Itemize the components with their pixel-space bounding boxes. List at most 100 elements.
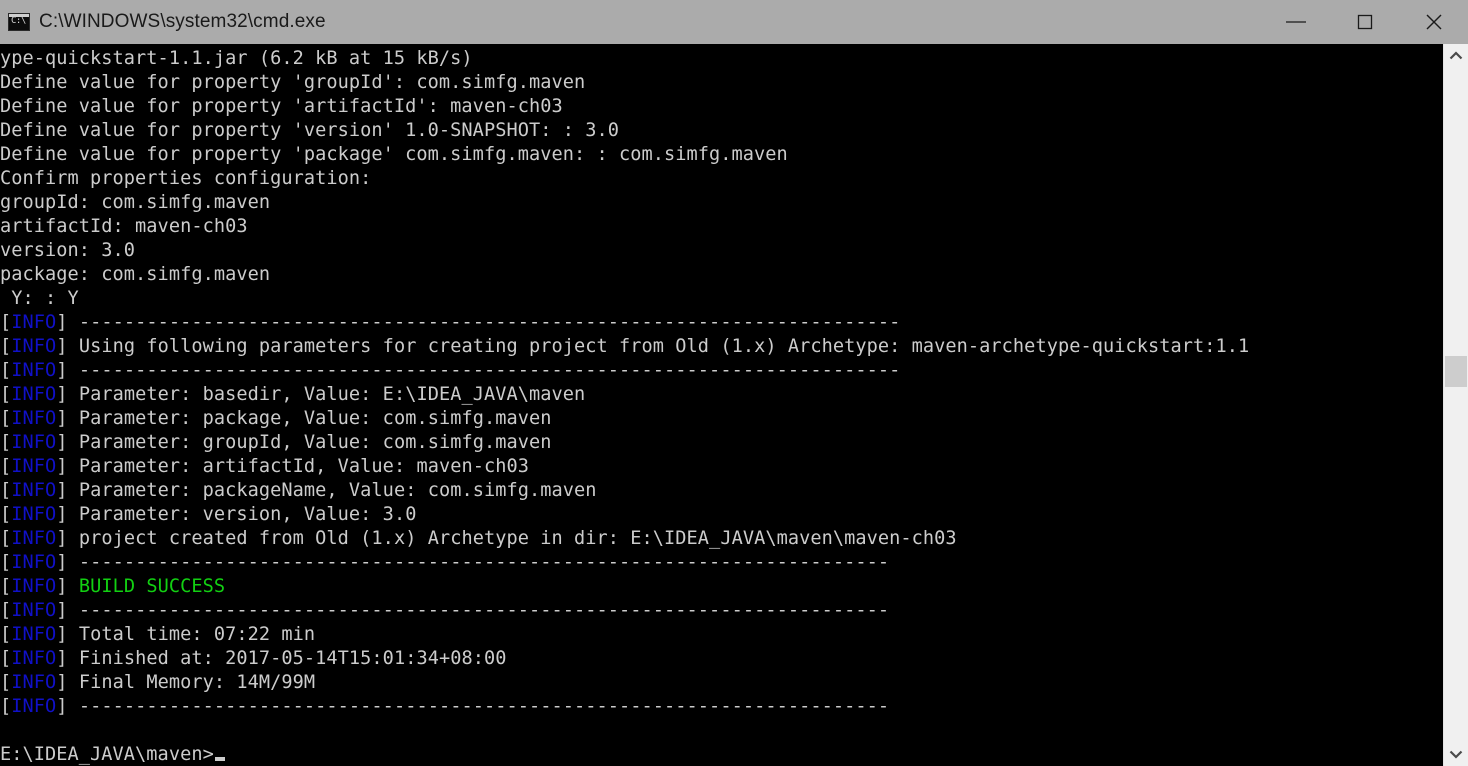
info-line-text: ----------------------------------------… <box>68 696 890 717</box>
info-bracket-close: ] <box>56 480 67 501</box>
output-line-text: package: com.simfg.maven <box>0 264 270 285</box>
info-tag: INFO <box>11 312 56 333</box>
info-bracket-close: ] <box>56 456 67 477</box>
terminal-line: [INFO] project created from Old (1.x) Ar… <box>0 527 1249 551</box>
info-line-text: ----------------------------------------… <box>68 600 890 621</box>
info-bracket-open: [ <box>0 576 11 597</box>
terminal-text: ype-quickstart-1.1.jar (6.2 kB at 15 kB/… <box>0 47 1249 766</box>
terminal-line: groupId: com.simfg.maven <box>0 191 1249 215</box>
info-bracket-open: [ <box>0 696 11 717</box>
terminal-line: [INFO] Final Memory: 14M/99M <box>0 671 1249 695</box>
terminal-line: [INFO] ---------------------------------… <box>0 551 1249 575</box>
terminal-line: [INFO] Total time: 07:22 min <box>0 623 1249 647</box>
info-bracket-close: ] <box>56 336 67 357</box>
terminal-line: Define value for property 'version' 1.0-… <box>0 119 1249 143</box>
info-bracket-open: [ <box>0 312 11 333</box>
info-line-text: project created from Old (1.x) Archetype… <box>68 528 957 549</box>
info-tag: INFO <box>11 528 56 549</box>
scrollbar-track-upper[interactable] <box>1444 68 1468 356</box>
info-line-text: Final Memory: 14M/99M <box>68 672 316 693</box>
info-bracket-close: ] <box>56 696 67 717</box>
info-bracket-open: [ <box>0 600 11 621</box>
minimize-button[interactable] <box>1261 0 1330 44</box>
info-tag: INFO <box>11 432 56 453</box>
terminal-line: [INFO] Parameter: groupId, Value: com.si… <box>0 431 1249 455</box>
info-bracket-open: [ <box>0 624 11 645</box>
info-bracket-close: ] <box>56 504 67 525</box>
info-tag: INFO <box>11 696 56 717</box>
output-line-text: Define value for property 'version' 1.0-… <box>0 120 619 141</box>
output-line-text: Define value for property 'package' com.… <box>0 144 788 165</box>
info-line-text: ----------------------------------------… <box>68 360 901 381</box>
output-line-text: Define value for property 'artifactId': … <box>0 96 563 117</box>
terminal-line: [INFO] ---------------------------------… <box>0 311 1249 335</box>
cmd-window: C:\WINDOWS\system32\cmd.exe ype-qui <box>0 0 1468 766</box>
command-prompt: E:\IDEA_JAVA\maven> <box>0 744 214 765</box>
output-line-text: ype-quickstart-1.1.jar (6.2 kB at 15 kB/… <box>0 48 473 69</box>
info-bracket-close: ] <box>56 408 67 429</box>
scroll-up-arrow-icon[interactable] <box>1444 44 1468 68</box>
info-tag: INFO <box>11 624 56 645</box>
terminal-line: Define value for property 'artifactId': … <box>0 95 1249 119</box>
terminal-line: [INFO] BUILD SUCCESS <box>0 575 1249 599</box>
info-tag: INFO <box>11 552 56 573</box>
info-bracket-close: ] <box>56 624 67 645</box>
info-bracket-close: ] <box>56 432 67 453</box>
info-tag: INFO <box>11 648 56 669</box>
info-bracket-open: [ <box>0 408 11 429</box>
info-line-text: Parameter: groupId, Value: com.simfg.mav… <box>68 432 552 453</box>
info-bracket-open: [ <box>0 432 11 453</box>
info-line-text: Parameter: basedir, Value: E:\IDEA_JAVA\… <box>68 384 586 405</box>
info-tag: INFO <box>11 336 56 357</box>
output-line-text: artifactId: maven-ch03 <box>0 216 248 237</box>
output-line-text: Y: : Y <box>0 288 79 309</box>
info-bracket-open: [ <box>0 480 11 501</box>
maximize-button[interactable] <box>1330 0 1399 44</box>
terminal-line: [INFO] Parameter: packageName, Value: co… <box>0 479 1249 503</box>
terminal-line: [INFO] Finished at: 2017-05-14T15:01:34+… <box>0 647 1249 671</box>
title-bar[interactable]: C:\WINDOWS\system32\cmd.exe <box>0 0 1468 44</box>
terminal-line: artifactId: maven-ch03 <box>0 215 1249 239</box>
scrollbar-track-lower[interactable] <box>1444 387 1468 742</box>
terminal-line: [INFO] Parameter: package, Value: com.si… <box>0 407 1249 431</box>
scrollbar-thumb[interactable] <box>1445 356 1467 387</box>
terminal-line: [INFO] ---------------------------------… <box>0 359 1249 383</box>
terminal-line: [INFO] Parameter: basedir, Value: E:\IDE… <box>0 383 1249 407</box>
scroll-down-arrow-icon[interactable] <box>1444 742 1468 766</box>
info-tag: INFO <box>11 408 56 429</box>
info-bracket-open: [ <box>0 504 11 525</box>
vertical-scrollbar[interactable] <box>1443 44 1468 766</box>
info-line-text: Parameter: package, Value: com.simfg.mav… <box>68 408 552 429</box>
info-bracket-close: ] <box>56 384 67 405</box>
terminal-line: package: com.simfg.maven <box>0 263 1249 287</box>
output-line-text: groupId: com.simfg.maven <box>0 192 270 213</box>
info-tag: INFO <box>11 384 56 405</box>
info-bracket-open: [ <box>0 384 11 405</box>
terminal-line: Define value for property 'package' com.… <box>0 143 1249 167</box>
info-bracket-close: ] <box>56 312 67 333</box>
info-bracket-close: ] <box>56 360 67 381</box>
info-tag: INFO <box>11 576 56 597</box>
terminal-line: Confirm properties configuration: <box>0 167 1249 191</box>
info-line-text: Using following parameters for creating … <box>68 336 1250 357</box>
close-button[interactable] <box>1399 0 1468 44</box>
text-cursor <box>215 757 225 761</box>
info-line-text: ----------------------------------------… <box>68 312 901 333</box>
info-line-text: Finished at: 2017-05-14T15:01:34+08:00 <box>68 648 507 669</box>
info-bracket-close: ] <box>56 552 67 573</box>
console-output-area[interactable]: ype-quickstart-1.1.jar (6.2 kB at 15 kB/… <box>0 44 1443 766</box>
terminal-line: [INFO] Parameter: version, Value: 3.0 <box>0 503 1249 527</box>
info-bracket-open: [ <box>0 456 11 477</box>
info-tag: INFO <box>11 504 56 525</box>
info-bracket-close: ] <box>56 528 67 549</box>
info-bracket-close: ] <box>56 576 67 597</box>
terminal-line: Define value for property 'groupId': com… <box>0 71 1249 95</box>
terminal-line: [INFO] ---------------------------------… <box>0 599 1249 623</box>
info-tag: INFO <box>11 600 56 621</box>
terminal-line: ype-quickstart-1.1.jar (6.2 kB at 15 kB/… <box>0 47 1249 71</box>
terminal-line: version: 3.0 <box>0 239 1249 263</box>
info-line-text: Total time: 07:22 min <box>68 624 316 645</box>
terminal-line <box>0 719 1249 743</box>
output-line-text: Define value for property 'groupId': com… <box>0 72 585 93</box>
info-tag: INFO <box>11 672 56 693</box>
